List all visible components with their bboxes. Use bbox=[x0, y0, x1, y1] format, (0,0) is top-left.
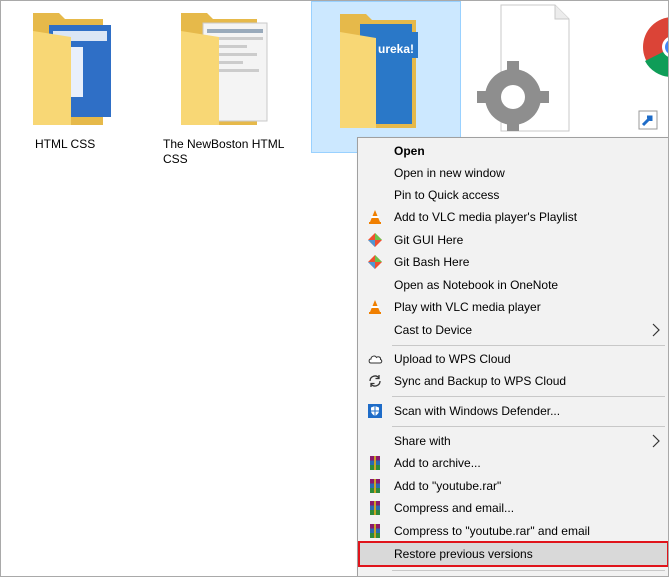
folder-icon bbox=[181, 13, 268, 125]
menu-item-vlc-playlist[interactable]: Add to VLC media player's Playlist bbox=[360, 206, 667, 228]
menu-item-wps-sync[interactable]: Sync and Backup to WPS Cloud bbox=[360, 370, 667, 392]
file-item-newboston-html-css[interactable]: The NewBoston HTML CSS bbox=[161, 1, 291, 166]
menu-item-label: Pin to Quick access bbox=[394, 188, 500, 202]
menu-item-onenote[interactable]: Open as Notebook in OneNote bbox=[360, 274, 667, 296]
menu-item-git-bash[interactable]: Git Bash Here bbox=[360, 251, 667, 273]
menu-item-open-new-window[interactable]: Open in new window bbox=[360, 162, 667, 184]
menu-item-label: Open bbox=[394, 144, 425, 158]
folder-icon bbox=[33, 13, 111, 125]
winrar-icon bbox=[370, 524, 380, 538]
menu-item-defender[interactable]: Scan with Windows Defender... bbox=[360, 400, 667, 422]
winrar-icon bbox=[370, 501, 380, 515]
menu-item-label: Scan with Windows Defender... bbox=[394, 404, 561, 418]
menu-separator bbox=[392, 396, 665, 397]
menu-item-label: Share with bbox=[394, 434, 451, 448]
cloud-icon bbox=[368, 355, 383, 364]
menu-item-label: Play with VLC media player bbox=[394, 300, 541, 314]
menu-item-vlc-play[interactable]: Play with VLC media player bbox=[360, 296, 667, 318]
shield-icon bbox=[368, 404, 382, 418]
menu-item-label: Compress to "youtube.rar" and email bbox=[394, 524, 590, 538]
menu-item-compress-email[interactable]: Compress and email... bbox=[360, 497, 667, 519]
file-item-settings[interactable] bbox=[471, 1, 581, 153]
file-item-chrome-shortcut[interactable] bbox=[631, 1, 668, 153]
chevron-right-icon bbox=[652, 434, 660, 448]
menu-item-pin-quick-access[interactable]: Pin to Quick access bbox=[360, 184, 667, 206]
menu-item-label: Upload to WPS Cloud bbox=[394, 352, 511, 366]
menu-item-add-to-archive[interactable]: Add to archive... bbox=[360, 452, 667, 474]
menu-item-open[interactable]: Open bbox=[360, 140, 667, 162]
menu-item-share-with[interactable]: Share with bbox=[360, 430, 667, 452]
git-icon bbox=[368, 233, 382, 247]
chrome-shortcut-icon bbox=[638, 17, 668, 130]
file-label: The NewBoston HTML CSS bbox=[163, 137, 285, 166]
chevron-right-icon bbox=[652, 323, 660, 337]
vlc-icon bbox=[369, 300, 381, 314]
explorer-window: HTML CSS The NewBoston HTML CSS ureka! O… bbox=[0, 0, 669, 577]
menu-item-git-gui[interactable]: Git GUI Here bbox=[360, 229, 667, 251]
menu-item-label: Restore previous versions bbox=[394, 547, 533, 561]
menu-item-label: Git Bash Here bbox=[394, 255, 470, 269]
menu-separator bbox=[392, 570, 665, 571]
menu-item-label: Compress and email... bbox=[394, 501, 515, 515]
menu-item-compress-youtube-rar-email[interactable]: Compress to "youtube.rar" and email bbox=[360, 520, 667, 542]
menu-item-label: Cast to Device bbox=[394, 323, 473, 337]
vlc-icon bbox=[369, 210, 381, 224]
file-item-html-css[interactable]: HTML CSS bbox=[11, 1, 121, 153]
file-label: HTML CSS bbox=[35, 137, 96, 151]
file-item-youtube-folder[interactable]: ureka! bbox=[311, 1, 461, 153]
winrar-icon bbox=[370, 479, 380, 493]
menu-item-add-to-youtube-rar[interactable]: Add to "youtube.rar" bbox=[360, 475, 667, 497]
menu-item-label: Open in new window bbox=[394, 166, 505, 180]
folder-thumbnail-text: ureka! bbox=[378, 42, 415, 56]
menu-item-label: Add to "youtube.rar" bbox=[394, 479, 502, 493]
menu-item-label: Add to archive... bbox=[394, 456, 481, 470]
menu-item-label: Open as Notebook in OneNote bbox=[394, 278, 559, 292]
menu-item-wps-upload[interactable]: Upload to WPS Cloud bbox=[360, 348, 667, 370]
menu-item-label: Git GUI Here bbox=[394, 233, 464, 247]
context-menu: Open Open in new window Pin to Quick acc… bbox=[357, 137, 668, 576]
menu-item-cast-to-device[interactable]: Cast to Device bbox=[360, 319, 667, 341]
menu-separator bbox=[392, 345, 665, 346]
sync-icon bbox=[369, 375, 381, 387]
settings-file-icon bbox=[477, 4, 570, 132]
menu-item-label: Sync and Backup to WPS Cloud bbox=[394, 374, 567, 388]
menu-item-restore-previous-versions[interactable]: Restore previous versions bbox=[358, 541, 668, 567]
menu-separator bbox=[392, 426, 665, 427]
winrar-icon bbox=[370, 456, 380, 470]
menu-item-label: Add to VLC media player's Playlist bbox=[394, 210, 578, 224]
folder-icon bbox=[340, 14, 418, 128]
git-icon bbox=[368, 255, 382, 269]
